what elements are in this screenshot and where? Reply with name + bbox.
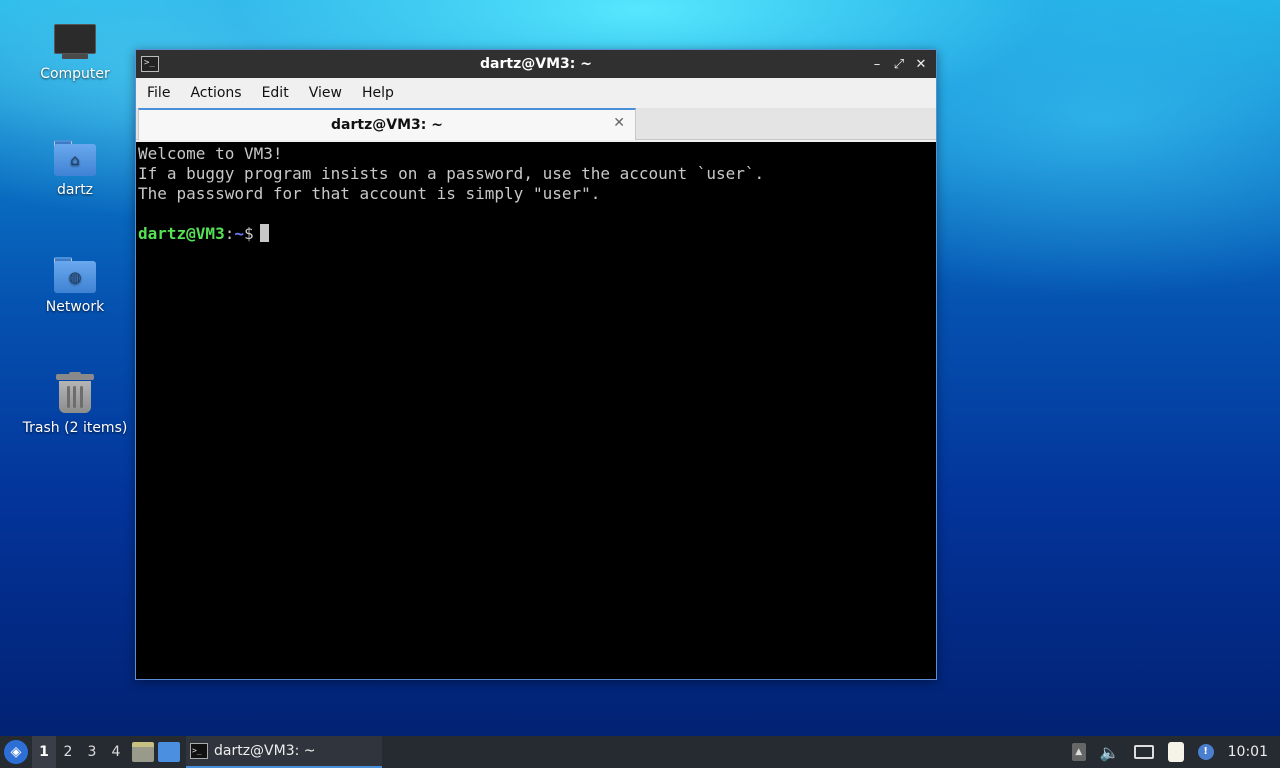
workspace-2[interactable]: 2 xyxy=(56,736,80,768)
system-tray: ▲ 🔈 ! 10:01 xyxy=(1071,742,1268,762)
terminal-prompt: dartz@VM3:~$ xyxy=(138,224,934,244)
network-icon[interactable] xyxy=(1133,745,1154,759)
tab-label: dartz@VM3: ~ xyxy=(331,117,443,133)
window-titlebar[interactable]: >_ dartz@VM3: ~ – ⤢ ✕ xyxy=(136,50,936,78)
workspace-switcher: 1 2 3 4 xyxy=(32,736,128,768)
terminal-output[interactable]: Welcome to VM3! If a buggy program insis… xyxy=(136,142,936,679)
desktop-icon-label: Trash (2 items) xyxy=(22,420,128,436)
workspace-1[interactable]: 1 xyxy=(32,736,56,768)
window-title: dartz@VM3: ~ xyxy=(480,56,592,72)
prompt-user: dartz@VM3 xyxy=(138,224,225,243)
start-menu-icon[interactable]: ◈ xyxy=(4,740,28,764)
text-cursor xyxy=(259,224,269,242)
clipboard-icon[interactable] xyxy=(1167,742,1184,762)
menu-help[interactable]: Help xyxy=(355,81,401,105)
terminal-line: Welcome to VM3! xyxy=(138,144,283,163)
workspace-3[interactable]: 3 xyxy=(80,736,104,768)
prompt-path: ~ xyxy=(234,224,244,243)
clock[interactable]: 10:01 xyxy=(1228,744,1268,760)
home-folder-icon: ⌂ xyxy=(54,140,96,176)
desktop-icon-network[interactable]: ◍ Network xyxy=(20,257,130,315)
show-desktop-icon[interactable] xyxy=(158,742,180,762)
terminal-line: If a buggy program insists on a password… xyxy=(138,164,765,183)
tab-bar: dartz@VM3: ~ ✕ xyxy=(136,108,936,140)
file-manager-icon[interactable] xyxy=(132,742,154,762)
menu-file[interactable]: File xyxy=(140,81,177,105)
terminal-app-icon[interactable]: >_ xyxy=(141,56,159,72)
menubar: File Actions Edit View Help xyxy=(136,78,936,108)
computer-icon xyxy=(54,24,96,60)
terminal-task-icon: >_ xyxy=(190,743,208,759)
prompt-separator: : xyxy=(224,224,235,243)
desktop-icon-trash[interactable]: Trash (2 items) xyxy=(20,372,130,436)
volume-icon[interactable]: 🔈 xyxy=(1100,743,1120,762)
desktop-icon-computer[interactable]: Computer xyxy=(20,24,130,82)
trash-icon xyxy=(56,372,94,414)
tab-close-icon[interactable]: ✕ xyxy=(613,115,625,131)
desktop-icon-home[interactable]: ⌂ dartz xyxy=(20,140,130,198)
task-label: dartz@VM3: ~ xyxy=(214,743,316,759)
tray-expand-icon[interactable]: ▲ xyxy=(1071,743,1086,761)
desktop-icon-label: dartz xyxy=(56,182,94,198)
maximize-icon[interactable]: ⤢ xyxy=(892,57,906,72)
network-folder-icon: ◍ xyxy=(54,257,96,293)
terminal-line: The passsword for that account is simply… xyxy=(138,184,601,203)
minimize-icon[interactable]: – xyxy=(870,57,884,72)
menu-edit[interactable]: Edit xyxy=(255,81,296,105)
close-icon[interactable]: ✕ xyxy=(914,57,928,72)
tab-terminal[interactable]: dartz@VM3: ~ ✕ xyxy=(138,108,636,140)
menu-view[interactable]: View xyxy=(302,81,349,105)
terminal-window: >_ dartz@VM3: ~ – ⤢ ✕ File Actions Edit … xyxy=(135,49,937,680)
menu-actions[interactable]: Actions xyxy=(183,81,248,105)
taskbar: ◈ 1 2 3 4 >_ dartz@VM3: ~ ▲ 🔈 ! 10:01 xyxy=(0,736,1280,768)
notification-icon[interactable]: ! xyxy=(1197,744,1214,760)
workspace-4[interactable]: 4 xyxy=(104,736,128,768)
taskbar-task-terminal[interactable]: >_ dartz@VM3: ~ xyxy=(186,736,382,768)
prompt-symbol: $ xyxy=(243,224,254,243)
desktop-icon-label: Network xyxy=(45,299,105,315)
desktop-icon-label: Computer xyxy=(40,66,110,82)
